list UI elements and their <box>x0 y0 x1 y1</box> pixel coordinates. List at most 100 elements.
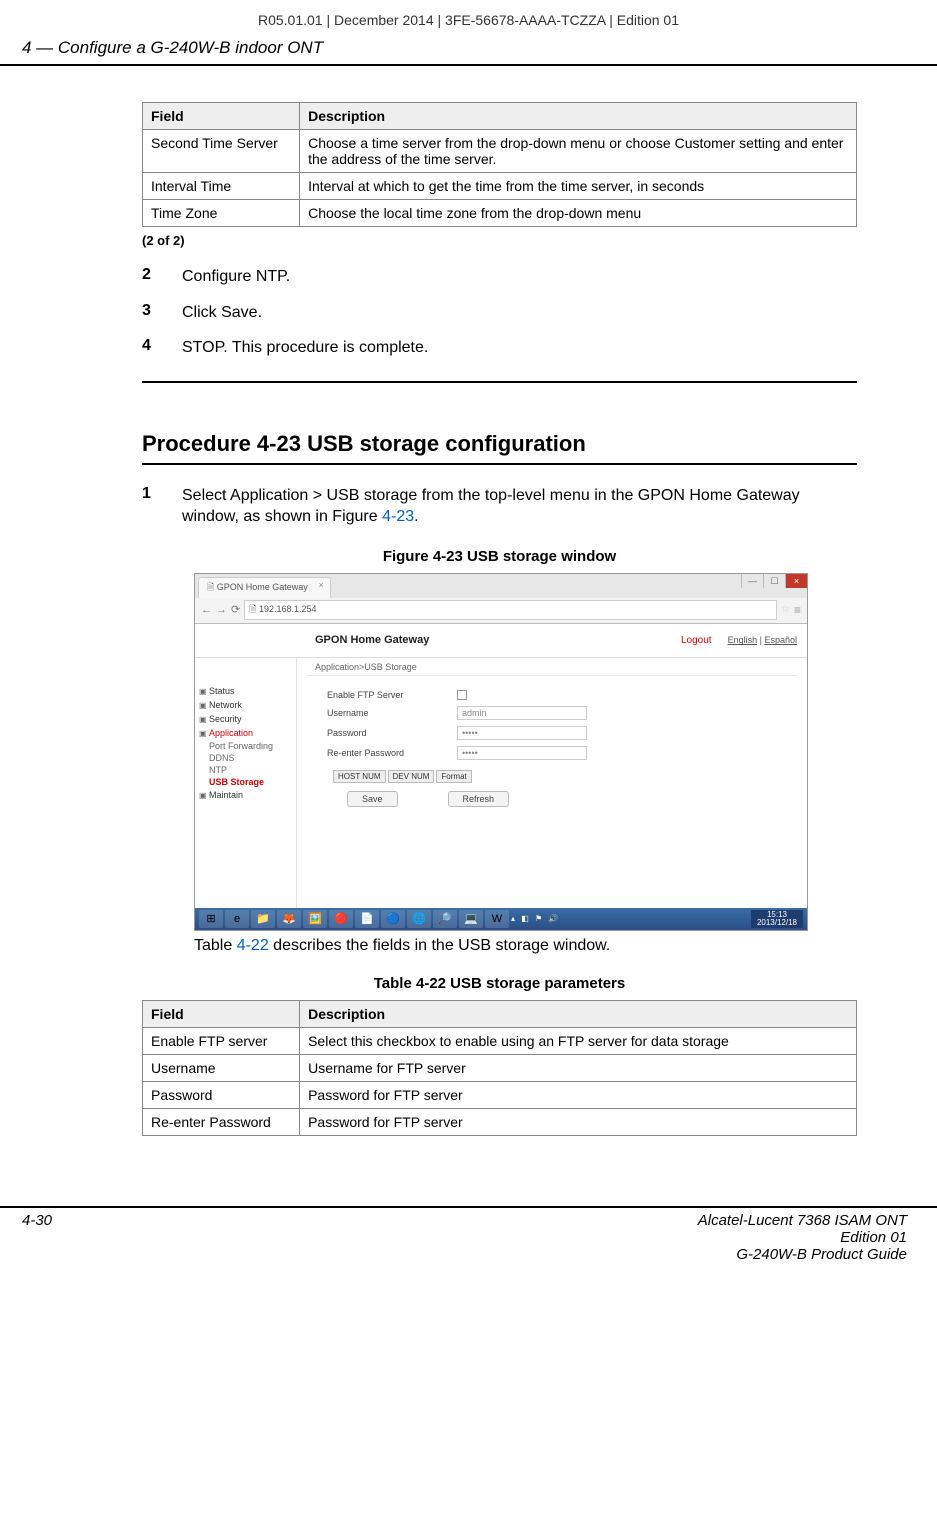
cell-desc: Password for FTP server <box>300 1108 857 1135</box>
table-link[interactable]: 4-22 <box>237 937 269 954</box>
maximize-icon[interactable]: ☐ <box>763 574 785 588</box>
sidebar-sub-ddns[interactable]: DDNS <box>195 752 296 764</box>
word-icon[interactable]: W <box>485 910 509 928</box>
app-icon[interactable]: 🌐 <box>407 910 431 928</box>
table-row: Password Password for FTP server <box>143 1081 857 1108</box>
close-icon[interactable]: × <box>785 574 807 588</box>
sidebar-sub-port-forwarding[interactable]: Port Forwarding <box>195 740 296 752</box>
enable-ftp-label: Enable FTP Server <box>327 690 457 700</box>
col-header-field: Field <box>143 103 300 130</box>
cell-desc: Password for FTP server <box>300 1081 857 1108</box>
expand-icon: ▣ <box>199 701 209 710</box>
field-password: Password ••••• <box>327 726 797 740</box>
cell-desc: Username for FTP server <box>300 1054 857 1081</box>
sidebar-item-security[interactable]: ▣Security <box>195 712 296 726</box>
menu-icon[interactable]: ≡ <box>794 603 801 617</box>
gpon-body: ▣Status ▣Network ▣Security ▣Application … <box>195 658 807 908</box>
back-icon[interactable]: ← <box>201 604 212 616</box>
ie-icon[interactable]: e <box>225 910 249 928</box>
step-text: STOP. This procedure is complete. <box>182 337 857 359</box>
table-row: Username Username for FTP server <box>143 1054 857 1081</box>
col-format: Format <box>436 770 471 783</box>
logout-link[interactable]: Logout <box>681 635 712 646</box>
sidebar-label: Application <box>209 728 253 738</box>
form-buttons: Save Refresh <box>347 791 797 807</box>
username-label: Username <box>327 708 457 718</box>
refresh-button[interactable]: Refresh <box>448 791 510 807</box>
step-text-post: . <box>414 508 418 525</box>
page-title: GPON Home Gateway <box>315 634 681 646</box>
minimize-icon[interactable]: — <box>741 574 763 588</box>
chrome-icon[interactable]: 🔴 <box>329 910 353 928</box>
app-icon[interactable]: 🖼️ <box>303 910 327 928</box>
table-page-indicator: (2 of 2) <box>142 233 857 248</box>
cell-desc: Choose the local time zone from the drop… <box>300 200 857 227</box>
browser-chrome: 🗎 GPON Home Gateway × — ☐ × ← → ⟳ 🗎 192.… <box>195 574 807 624</box>
username-input[interactable]: admin <box>457 706 587 720</box>
enable-ftp-checkbox[interactable] <box>457 690 467 700</box>
footer-line-3: G-240W-B Product Guide <box>698 1246 907 1263</box>
step-1: 1 Select Application > USB storage from … <box>142 485 857 528</box>
save-button[interactable]: Save <box>347 791 398 807</box>
cell-field: Interval Time <box>143 173 300 200</box>
gpon-sidebar: ▣Status ▣Network ▣Security ▣Application … <box>195 658 297 908</box>
app-icon[interactable]: 📄 <box>355 910 379 928</box>
sidebar-sub-usb-storage[interactable]: USB Storage <box>195 776 296 788</box>
cell-field: Username <box>143 1054 300 1081</box>
field-description-table-1: Field Description Second Time Server Cho… <box>142 102 857 227</box>
usb-storage-parameters-table: Field Description Enable FTP server Sele… <box>142 1000 857 1136</box>
sidebar-item-application[interactable]: ▣Application <box>195 726 296 740</box>
url-bar[interactable]: 🗎 192.168.1.254 <box>244 600 777 620</box>
sidebar-item-network[interactable]: ▣Network <box>195 698 296 712</box>
col-header-description: Description <box>300 103 857 130</box>
start-button-icon[interactable]: ⊞ <box>199 910 223 928</box>
table-header-row: Field Description <box>143 103 857 130</box>
step-number: 3 <box>142 302 160 324</box>
reload-icon[interactable]: ⟳ <box>231 603 240 616</box>
sidebar-label: Network <box>209 700 242 710</box>
bookmark-icon[interactable]: ☆ <box>781 604 790 615</box>
figure-link[interactable]: 4-23 <box>382 508 414 525</box>
step-text: Click Save. <box>182 302 857 324</box>
col-header-field: Field <box>143 1000 300 1027</box>
url-text: 192.168.1.254 <box>259 604 317 614</box>
table-row: Re-enter Password Password for FTP serve… <box>143 1108 857 1135</box>
table-row: Enable FTP server Select this checkbox t… <box>143 1027 857 1054</box>
system-tray[interactable]: ▴ ◧ ⚑ 🔊 <box>511 914 564 923</box>
cell-field: Password <box>143 1081 300 1108</box>
windows-taskbar: ⊞ e 📁 🦊 🖼️ 🔴 📄 🔵 🌐 🔎 💻 W ▴ ◧ ⚑ 🔊 15:13 2… <box>195 908 807 930</box>
table-row: Interval Time Interval at which to get t… <box>143 173 857 200</box>
step-text: Configure NTP. <box>182 266 857 288</box>
lang-espanol-link[interactable]: Español <box>764 635 797 645</box>
app-icon[interactable]: 💻 <box>459 910 483 928</box>
page-icon: 🗎 <box>207 582 217 592</box>
step-number: 2 <box>142 266 160 288</box>
cell-field: Enable FTP server <box>143 1027 300 1054</box>
lang-english-link[interactable]: English <box>728 635 758 645</box>
browser-tab[interactable]: 🗎 GPON Home Gateway × <box>198 577 331 598</box>
table-row: Time Zone Choose the local time zone fro… <box>143 200 857 227</box>
clock-date: 2013/12/18 <box>757 918 797 927</box>
password-label: Password <box>327 728 457 738</box>
step-2: 2 Configure NTP. <box>142 266 857 288</box>
usb-storage-screenshot: 🗎 GPON Home Gateway × — ☐ × ← → ⟳ 🗎 192.… <box>194 573 808 931</box>
password-input[interactable]: ••••• <box>457 726 587 740</box>
app-icon[interactable]: 🔎 <box>433 910 457 928</box>
explorer-icon[interactable]: 📁 <box>251 910 275 928</box>
sidebar-item-maintain[interactable]: ▣Maintain <box>195 788 296 802</box>
ref-pre: Table <box>194 937 237 954</box>
page-footer: 4-30 Alcatel-Lucent 7368 ISAM ONT Editio… <box>0 1206 937 1277</box>
field-enable-ftp: Enable FTP Server <box>327 690 797 700</box>
breadcrumb: Application>USB Storage <box>307 658 797 676</box>
sidebar-sub-ntp[interactable]: NTP <box>195 764 296 776</box>
sidebar-item-status[interactable]: ▣Status <box>195 684 296 698</box>
forward-icon[interactable]: → <box>216 604 227 616</box>
expand-icon: ▣ <box>199 791 209 800</box>
taskbar-clock[interactable]: 15:13 2013/12/18 <box>751 910 803 928</box>
gpon-header: GPON Home Gateway Logout English | Españ… <box>195 624 807 658</box>
window-controls: — ☐ × <box>741 574 807 588</box>
close-icon[interactable]: × <box>319 580 324 590</box>
app-icon[interactable]: 🔵 <box>381 910 405 928</box>
reenter-password-input[interactable]: ••••• <box>457 746 587 760</box>
firefox-icon[interactable]: 🦊 <box>277 910 301 928</box>
